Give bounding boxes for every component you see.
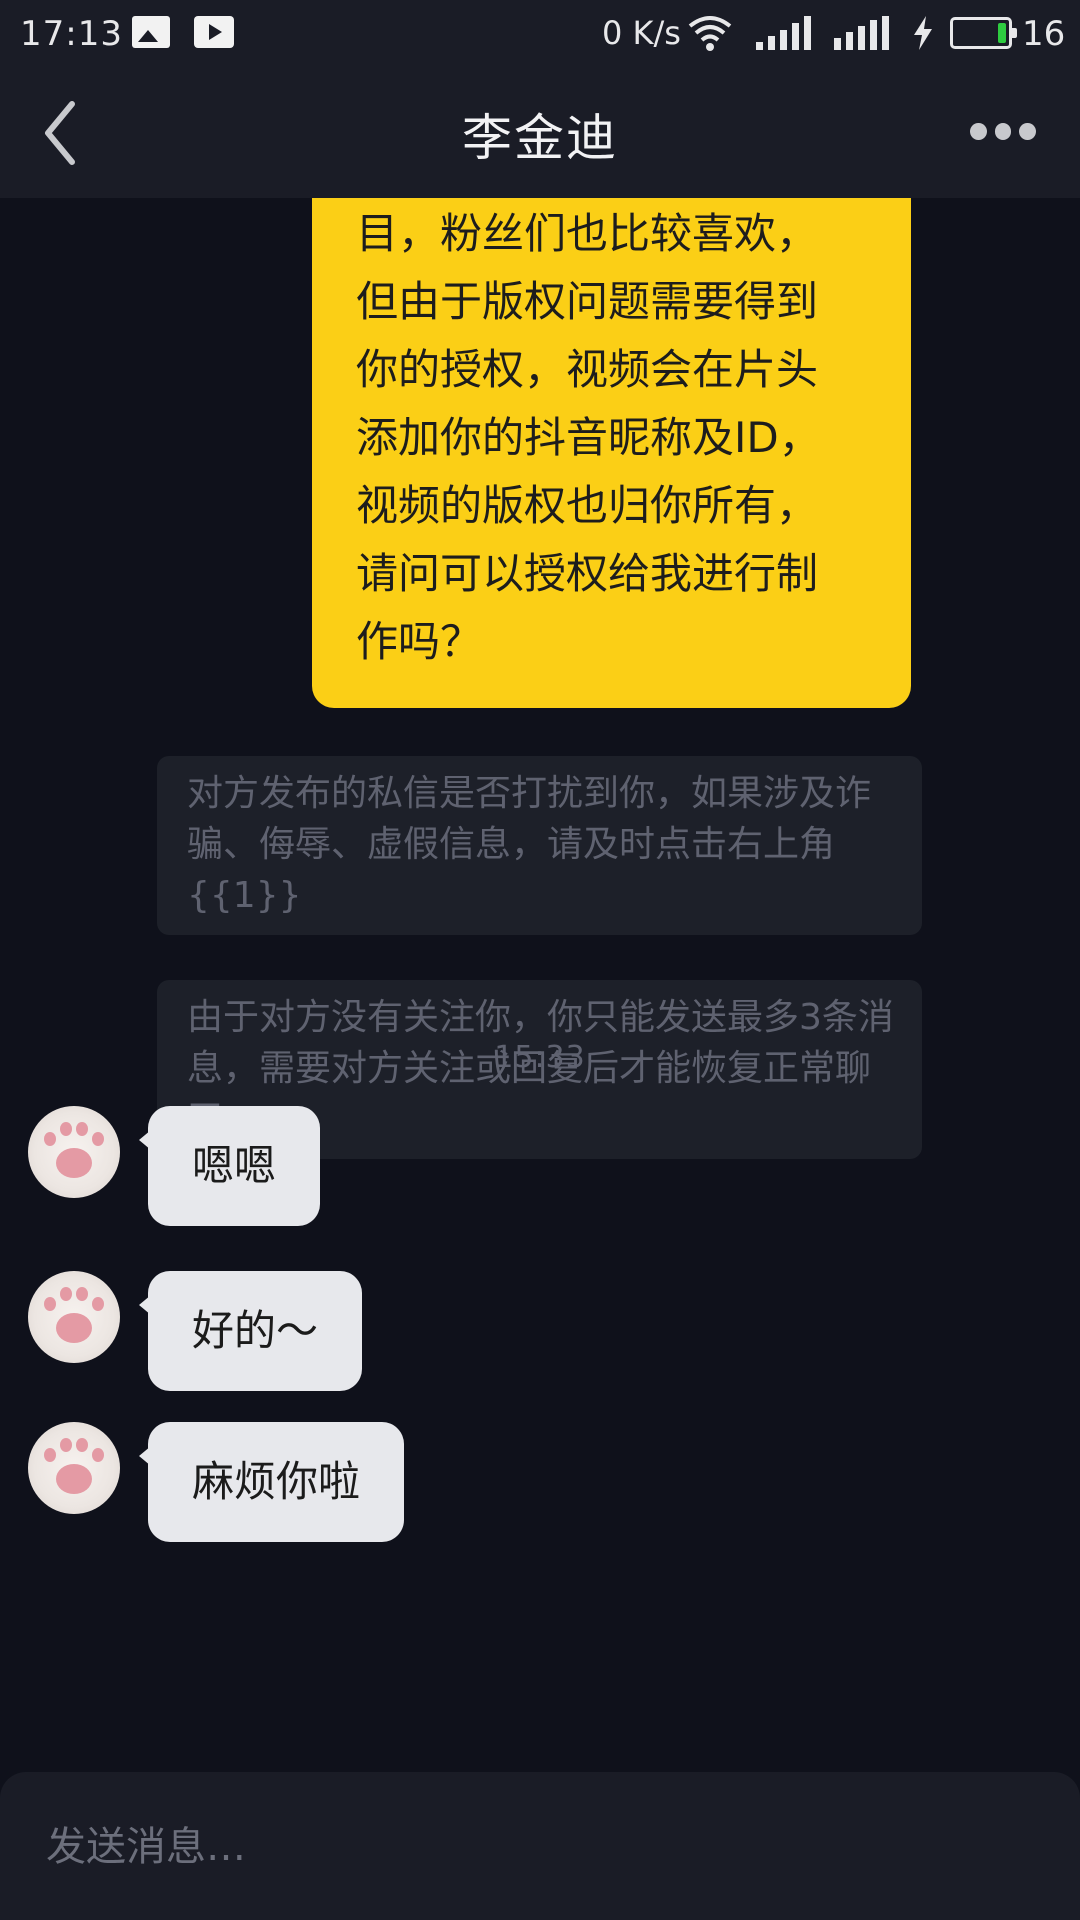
message-line: 你的授权，视频会在片头	[356, 345, 819, 394]
charging-icon	[914, 16, 932, 50]
message-input[interactable]	[44, 1812, 1024, 1882]
avatar[interactable]	[28, 1106, 120, 1198]
chat-header: 李金迪	[0, 68, 1080, 198]
incoming-message-row: 嗯嗯	[0, 1106, 1080, 1236]
4g-signal-icon	[834, 16, 889, 50]
message-list[interactable]: 目，粉丝们也比较喜欢， 但由于版权问题需要得到 你的授权，视频会在片头 添加你的…	[0, 198, 1080, 1772]
message-line: 视频的版权也归你所有，	[356, 481, 819, 530]
incoming-message-bubble[interactable]: 麻烦你啦	[148, 1422, 405, 1542]
message-line: 目，粉丝们也比较喜欢，	[356, 209, 819, 258]
message-line: 添加你的抖音昵称及ID，	[356, 413, 821, 462]
battery-percentage: 16	[1022, 14, 1066, 54]
message-line: 请问可以授权给我进行制	[356, 549, 819, 598]
avatar[interactable]	[28, 1271, 120, 1363]
message-line: 作吗？	[356, 617, 483, 666]
incoming-message-bubble[interactable]: 好的～	[148, 1271, 363, 1391]
system-notice-report: 对方发布的私信是否打扰到你，如果涉及诈骗、侮辱、虚假信息，请及时点击右上角{{1…	[157, 756, 922, 935]
incoming-message-bubble[interactable]: 嗯嗯	[148, 1106, 321, 1226]
more-dots-icon[interactable]	[970, 116, 1037, 146]
message-timestamp: 15:33	[494, 1040, 586, 1075]
status-time: 17:13	[20, 14, 123, 54]
message-line: 但由于版权问题需要得到	[356, 277, 819, 326]
battery-level	[998, 23, 1006, 43]
avatar[interactable]	[28, 1422, 120, 1514]
outgoing-message-bubble[interactable]: 目，粉丝们也比较喜欢， 但由于版权问题需要得到 你的授权，视频会在片头 添加你的…	[312, 198, 911, 708]
battery-icon	[950, 17, 1017, 49]
signal-icon	[756, 16, 811, 50]
network-speed: 0 K/s	[602, 14, 681, 52]
wifi-icon	[688, 16, 732, 51]
play-icon	[194, 16, 234, 48]
message-input-bar	[0, 1772, 1080, 1920]
incoming-message-row: 好的～	[0, 1271, 1080, 1401]
gallery-icon	[132, 16, 170, 48]
status-bar: 17:13 0 K/s 16	[0, 0, 1080, 68]
page-title: 李金迪	[462, 109, 618, 167]
incoming-message-row: 麻烦你啦	[0, 1422, 1080, 1552]
